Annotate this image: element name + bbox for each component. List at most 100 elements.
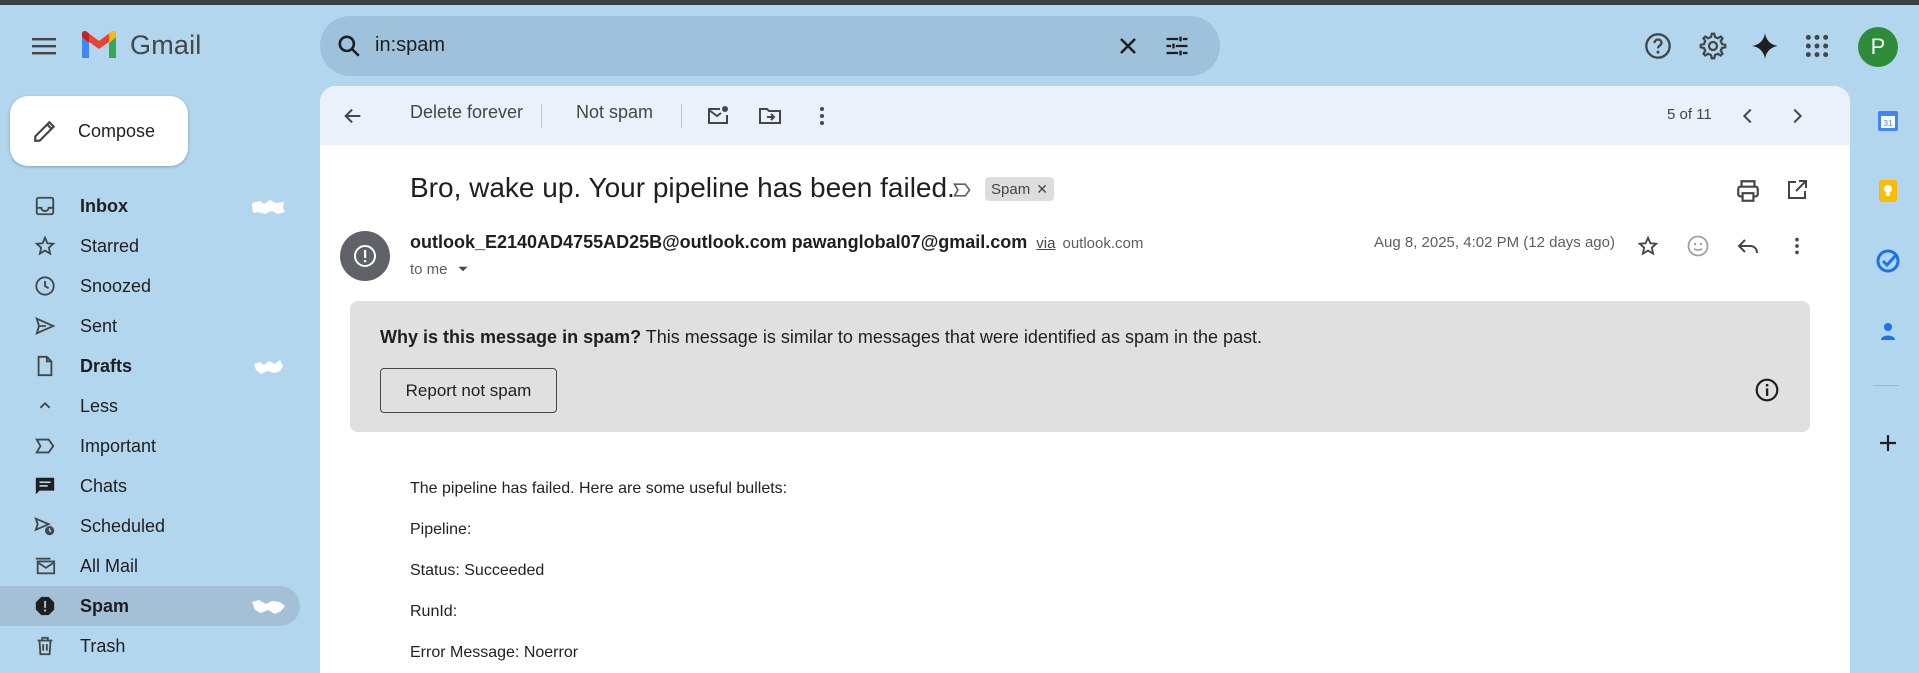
calendar-icon[interactable]: 31 [1873,106,1903,136]
move-to-icon[interactable] [757,103,783,129]
sidebar-item-chats[interactable]: Chats [0,466,300,506]
sidebar-item-label: Sent [80,315,118,336]
sidebar-item-inbox[interactable]: Inbox [0,186,300,226]
search-icon[interactable] [336,33,362,59]
draft-icon [33,354,57,378]
importance-marker-icon[interactable] [951,180,973,200]
send-icon [33,314,57,338]
back-arrow-icon[interactable] [340,103,366,129]
main-menu-button[interactable] [25,27,63,65]
sidebar-item-sent[interactable]: Sent [0,306,300,346]
sidebar-item-spam[interactable]: Spam [0,586,300,626]
contacts-icon[interactable] [1873,316,1903,346]
clear-search-icon[interactable] [1114,32,1142,60]
settings-gear-icon[interactable] [1696,29,1730,63]
sidebar-item-label: Less [80,395,119,416]
sidebar-item-label: Important [80,435,157,456]
print-icon[interactable] [1735,178,1761,204]
remove-label-icon[interactable]: ✕ [1036,181,1048,198]
open-new-window-icon[interactable] [1785,178,1809,202]
more-options-icon[interactable] [809,103,835,129]
compose-button[interactable]: Compose [10,96,188,166]
message-date: Aug 8, 2025, 4:02 PM (12 days ago) [1374,234,1615,251]
body-line: RunId: [410,603,458,620]
body-line: Error Message: Noerror [410,644,579,661]
older-chevron-left-icon[interactable] [1735,103,1761,129]
body-line: Pipeline: [410,521,472,538]
add-addon-plus-icon[interactable] [1873,428,1903,458]
scheduled-icon [33,514,57,538]
search-bar[interactable]: in:spam [320,16,1220,76]
sidebar-item-important[interactable]: Important [0,426,300,466]
report-not-spam-button[interactable]: Report not spam [380,368,557,413]
spam-label-chip[interactable]: Spam ✕ [985,177,1054,201]
sidebar-item-label: Scheduled [80,515,166,536]
message-subject: Bro, wake up. Your pipeline has been fai… [410,172,955,203]
via-domain: outlook.com [1062,235,1144,252]
trash-icon [33,634,57,658]
sidebar-item-label: All Mail [80,555,139,576]
chevron-up-icon [33,394,57,418]
search-options-icon[interactable] [1163,32,1191,60]
hamburger-icon [32,38,56,55]
inbox-icon [33,194,57,218]
gmail-m-icon [82,30,116,58]
sidebar-item-trash[interactable]: Trash [0,626,300,666]
sidebar-nav: Inbox Starred Snoozed Sent Drafts Less I… [0,186,300,666]
reply-icon[interactable] [1734,232,1762,260]
tasks-icon[interactable] [1873,246,1903,276]
important-icon [33,434,57,458]
sidebar-item-scheduled[interactable]: Scheduled [0,506,300,546]
spam-reason: Why is this message in spam? This messag… [380,327,1262,348]
message-body: The pipeline has failed. Here are some u… [410,480,787,673]
sidebar-item-label: Chats [80,475,128,496]
mark-unread-icon[interactable] [705,103,731,129]
recipient-details[interactable]: to me [410,260,472,278]
star-icon [33,234,57,258]
message-panel: Delete forever Not spam 5 of 11 Bro, wak… [320,86,1850,673]
apps-grid-icon[interactable] [1800,29,1834,63]
account-avatar[interactable]: P [1858,27,1898,67]
not-spam-button[interactable]: Not spam [576,102,653,123]
unread-count-badge [252,200,285,214]
sidebar-item-label: Spam [80,595,130,616]
gemini-sparkle-icon[interactable] [1748,29,1782,63]
spam-icon [33,594,57,618]
caret-down-icon[interactable] [454,260,472,278]
sidebar-item-drafts[interactable]: Drafts [0,346,300,386]
via-link[interactable]: via [1036,235,1055,252]
sidebar-item-starred[interactable]: Starred [0,226,300,266]
star-message-icon[interactable] [1634,232,1662,260]
delete-forever-button[interactable]: Delete forever [410,102,523,123]
info-icon[interactable] [1754,377,1780,403]
newer-chevron-right-icon[interactable] [1784,103,1810,129]
toolbar-divider [541,104,542,128]
draft-count-badge [254,360,283,374]
chat-icon [33,474,57,498]
keep-icon[interactable] [1873,176,1903,206]
sidebar-item-label: Trash [80,635,126,656]
body-line: The pipeline has failed. Here are some u… [410,480,788,497]
body-line: Status: Succeeded [410,562,545,579]
sidebar-item-snoozed[interactable]: Snoozed [0,266,300,306]
search-input[interactable]: in:spam [375,34,445,57]
sidebar-item-less[interactable]: Less [0,386,300,426]
app-name: Gmail [130,30,202,60]
message-more-icon[interactable] [1783,232,1811,260]
gmail-logo[interactable]: Gmail [80,30,202,61]
clock-icon [33,274,57,298]
sender-avatar[interactable] [340,231,390,281]
svg-text:31: 31 [1884,119,1893,128]
window-top-strip [0,0,1919,5]
help-icon[interactable] [1641,29,1675,63]
sender-name[interactable]: outlook_E2140AD4755AD25B@outlook.com paw… [410,232,1027,252]
spam-chip-label: Spam [991,180,1031,198]
sidebar-item-label: Starred [80,235,140,256]
pencil-icon [34,120,56,142]
spam-reason-title: Why is this message in spam? [380,327,642,347]
spam-reason-text: This message is similar to messages that… [645,327,1263,347]
sidebar-item-label: Inbox [80,195,128,216]
emoji-reaction-icon[interactable] [1684,232,1712,260]
sidebar-item-all-mail[interactable]: All Mail [0,546,300,586]
sidebar-item-label: Snoozed [80,275,152,296]
